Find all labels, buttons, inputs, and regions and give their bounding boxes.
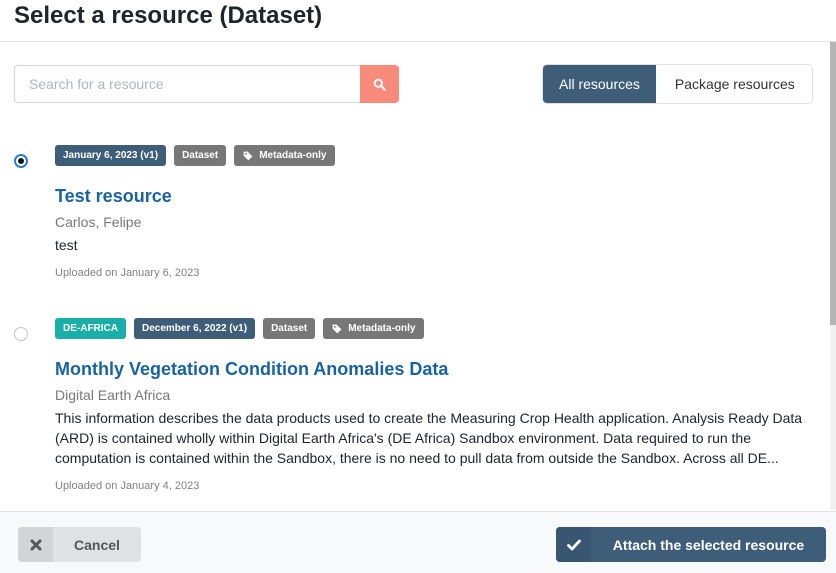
close-icon bbox=[18, 527, 53, 562]
modal-title: Select a resource (Dataset) bbox=[14, 1, 323, 29]
resource-upload-date: Uploaded on January 4, 2023 bbox=[55, 480, 200, 492]
package-resources-option[interactable]: Package resources bbox=[655, 65, 812, 103]
resource-filter-toggle: All resources Package resources bbox=[543, 65, 812, 103]
resource-item: January 6, 2023 (v1) Dataset Metadata-on… bbox=[0, 142, 828, 292]
access-badge: Metadata-only bbox=[234, 145, 336, 166]
resource-radio[interactable] bbox=[14, 154, 28, 168]
version-date-badge: January 6, 2023 (v1) bbox=[55, 145, 167, 166]
attach-button-label: Attach the selected resource bbox=[612, 536, 805, 553]
resource-description: test bbox=[55, 237, 78, 253]
modal-body: All resources Package resources January … bbox=[0, 42, 836, 511]
resource-item: DE-AFRICA December 6, 2022 (v1) Dataset … bbox=[0, 315, 828, 511]
resource-radio[interactable] bbox=[14, 327, 28, 341]
resource-type-badge: Dataset bbox=[263, 318, 316, 339]
tag-icon bbox=[332, 324, 342, 333]
resource-badges: DE-AFRICA December 6, 2022 (v1) Dataset … bbox=[55, 318, 425, 339]
resource-title-link[interactable]: Test resource bbox=[55, 186, 172, 207]
cancel-button-label: Cancel bbox=[74, 536, 120, 553]
version-date-badge: December 6, 2022 (v1) bbox=[134, 318, 256, 339]
attach-resource-button[interactable]: Attach the selected resource bbox=[556, 527, 826, 562]
resource-title-link[interactable]: Monthly Vegetation Condition Anomalies D… bbox=[55, 359, 448, 380]
modal-header: Select a resource (Dataset) bbox=[0, 0, 836, 42]
search-group bbox=[14, 65, 399, 103]
search-button[interactable] bbox=[360, 65, 399, 103]
resource-upload-date: Uploaded on January 6, 2023 bbox=[55, 267, 200, 279]
modal-scrollbar[interactable] bbox=[830, 42, 836, 510]
cancel-button[interactable]: Cancel bbox=[18, 527, 141, 562]
resource-creators: Digital Earth Africa bbox=[55, 387, 171, 403]
tag-icon bbox=[243, 151, 253, 160]
search-input[interactable] bbox=[14, 65, 360, 103]
resource-badges: January 6, 2023 (v1) Dataset Metadata-on… bbox=[55, 145, 336, 166]
resource-type-badge: Dataset bbox=[174, 145, 227, 166]
modal-footer: Cancel Attach the selected resource bbox=[0, 511, 836, 573]
resource-creators: Carlos, Felipe bbox=[55, 214, 142, 230]
all-resources-option[interactable]: All resources bbox=[543, 65, 656, 103]
check-icon bbox=[556, 527, 591, 562]
community-badge: DE-AFRICA bbox=[55, 318, 126, 339]
access-badge-label: Metadata-only bbox=[348, 323, 416, 334]
access-badge-label: Metadata-only bbox=[259, 150, 327, 161]
resource-description: This information describes the data prod… bbox=[55, 410, 803, 466]
scrollbar-thumb[interactable] bbox=[830, 42, 836, 325]
search-icon bbox=[373, 78, 386, 91]
access-badge: Metadata-only bbox=[323, 318, 425, 339]
select-resource-modal: Select a resource (Dataset) All resource… bbox=[0, 0, 836, 573]
